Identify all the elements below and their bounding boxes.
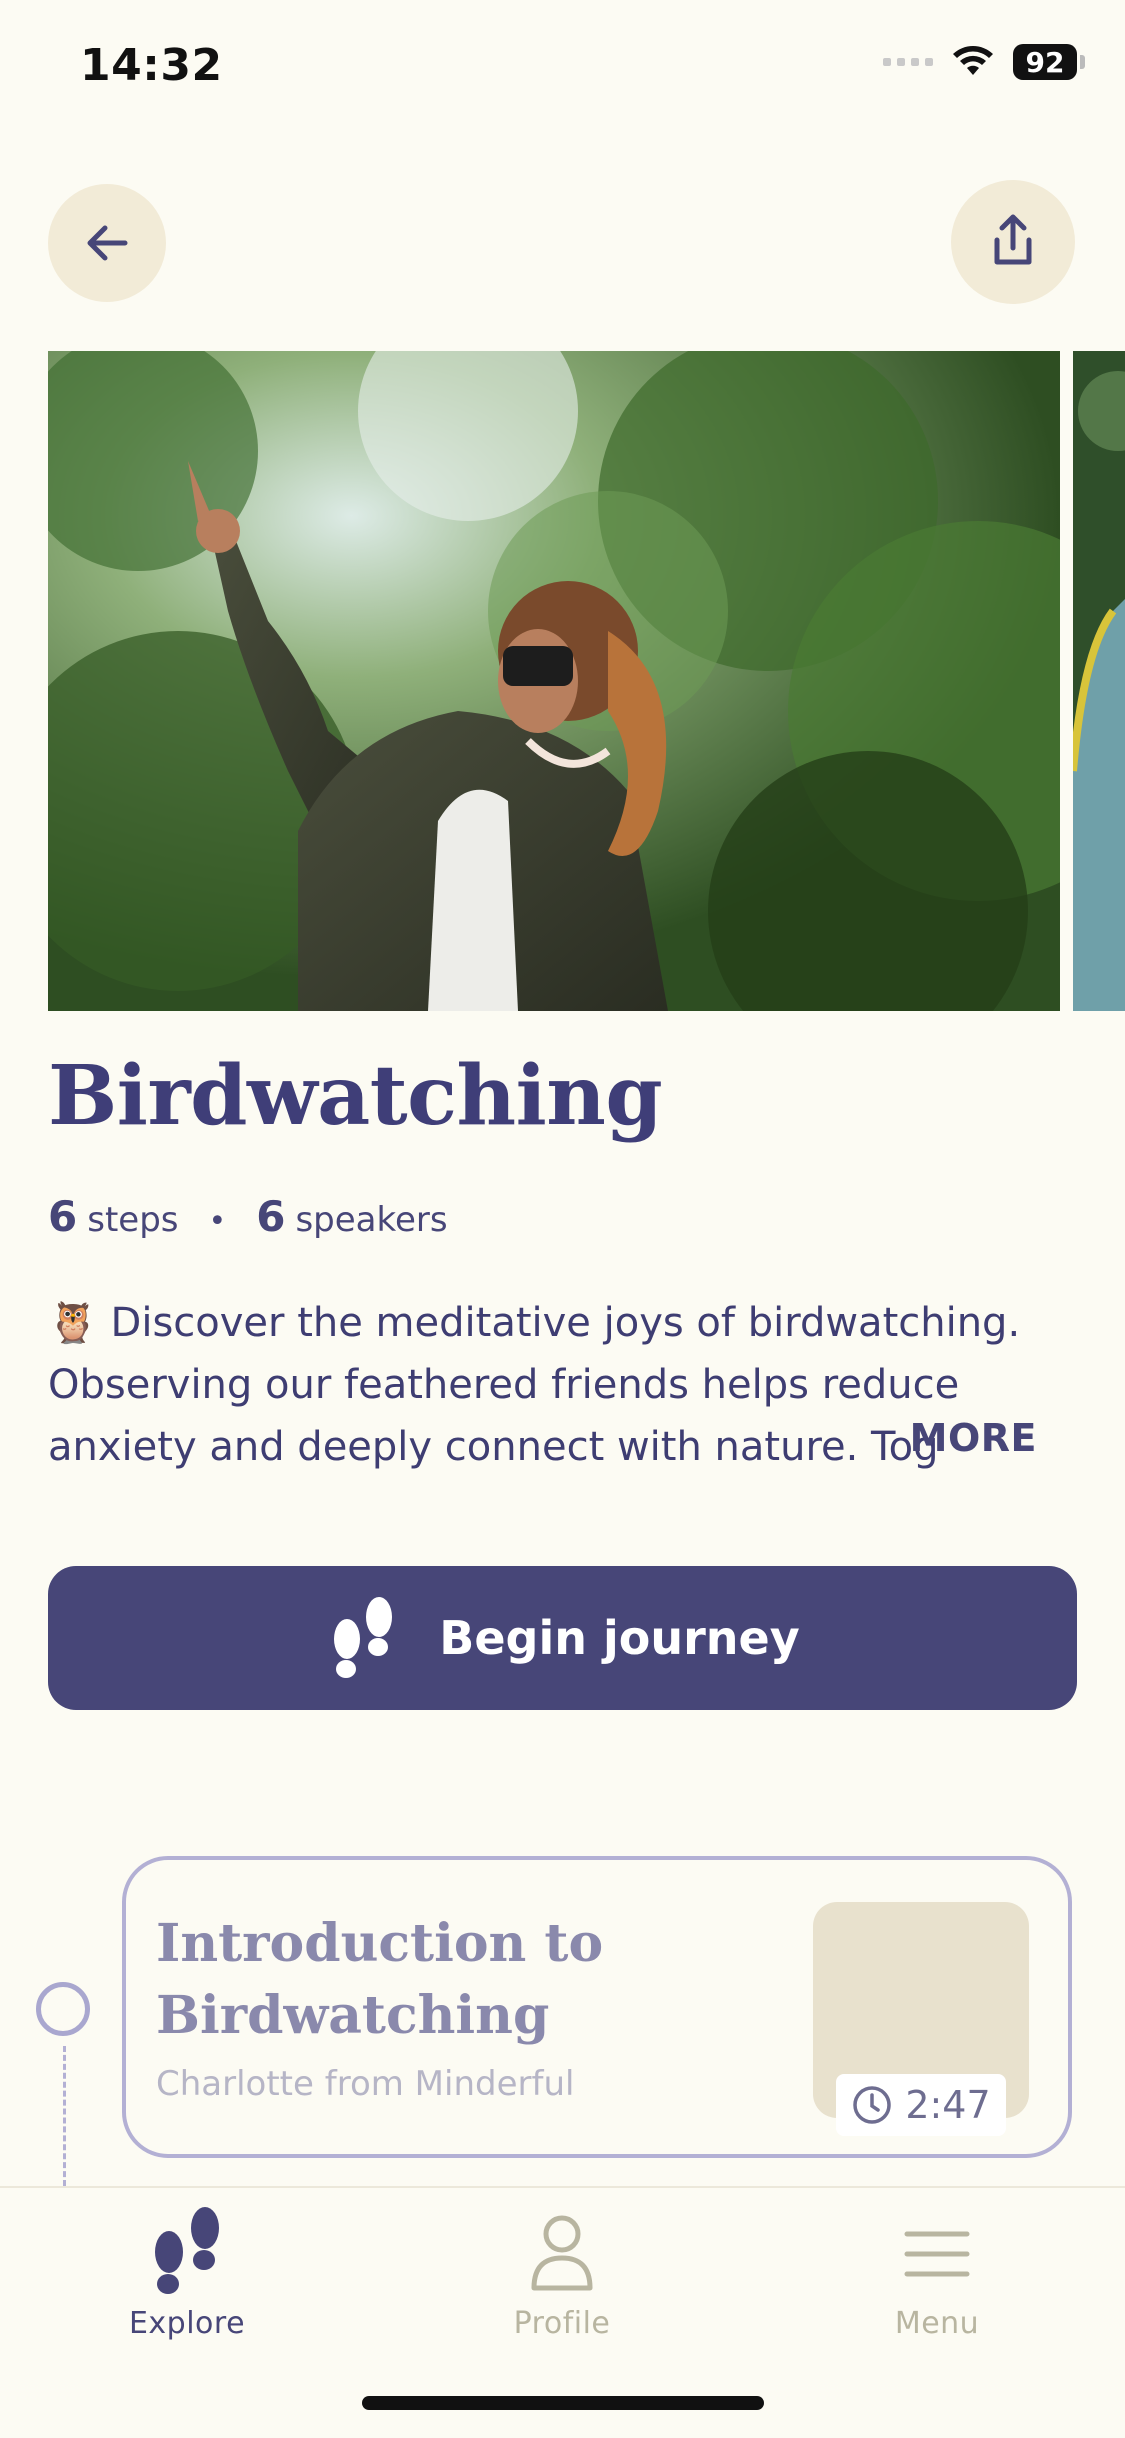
- more-button[interactable]: MORE: [910, 1416, 1037, 1460]
- clock-icon: [853, 2086, 892, 2124]
- timeline-line: [63, 2046, 66, 2186]
- journey-meta: 6 steps • 6 speakers: [48, 1192, 448, 1241]
- person-icon: [531, 2215, 593, 2291]
- begin-journey-label: Begin journey: [439, 1611, 800, 1665]
- cellular-signal-icon: [883, 58, 933, 66]
- nav-explore-label: Explore: [128, 2306, 246, 2341]
- back-button[interactable]: [48, 184, 166, 302]
- wifi-icon: [953, 46, 993, 75]
- home-indicator: [362, 2396, 764, 2410]
- duration-badge: 2:47: [836, 2074, 1006, 2136]
- birdwatching-photo: [48, 351, 1060, 1011]
- begin-journey-button[interactable]: Begin journey: [48, 1566, 1077, 1710]
- battery-indicator: 92: [1013, 44, 1085, 80]
- meta-separator: •: [208, 1204, 227, 1239]
- footprints-icon: [155, 2207, 219, 2294]
- journey-hero-image[interactable]: [48, 351, 1060, 1011]
- nav-menu-label: Menu: [894, 2306, 980, 2341]
- status-time: 14:32: [80, 40, 223, 91]
- steps-count: 6: [48, 1192, 78, 1241]
- step-speaker: Charlotte from Minderful: [156, 2064, 575, 2104]
- arrow-left-icon: [87, 225, 128, 261]
- journey-description: 🦉 Discover the meditative joys of birdwa…: [48, 1292, 1048, 1478]
- next-photo: [1073, 351, 1125, 1011]
- nav-profile-label: Profile: [513, 2306, 611, 2341]
- owl-emoji: 🦉: [48, 1300, 98, 1346]
- nav-profile[interactable]: Profile: [437, 2206, 687, 2341]
- timeline-node: [36, 1982, 90, 2036]
- steps-label: steps: [87, 1200, 179, 1240]
- footprints-icon: [334, 1597, 393, 1678]
- step-title: Introduction to Birdwatching: [156, 1913, 604, 2046]
- speakers-count: 6: [256, 1192, 286, 1241]
- status-icons: 92: [883, 44, 1085, 80]
- step-duration: 2:47: [905, 2083, 991, 2127]
- menu-icon: [904, 2231, 970, 2277]
- description-text: Discover the meditative joys of birdwatc…: [48, 1300, 1021, 1470]
- nav-explore[interactable]: Explore: [62, 2206, 312, 2341]
- nav-menu[interactable]: Menu: [812, 2206, 1062, 2341]
- share-button[interactable]: [951, 180, 1075, 304]
- journey-title: Birdwatching: [48, 1048, 663, 1144]
- speakers-label: speakers: [295, 1200, 448, 1240]
- share-icon: [994, 214, 1032, 265]
- next-hero-image[interactable]: [1073, 351, 1125, 1011]
